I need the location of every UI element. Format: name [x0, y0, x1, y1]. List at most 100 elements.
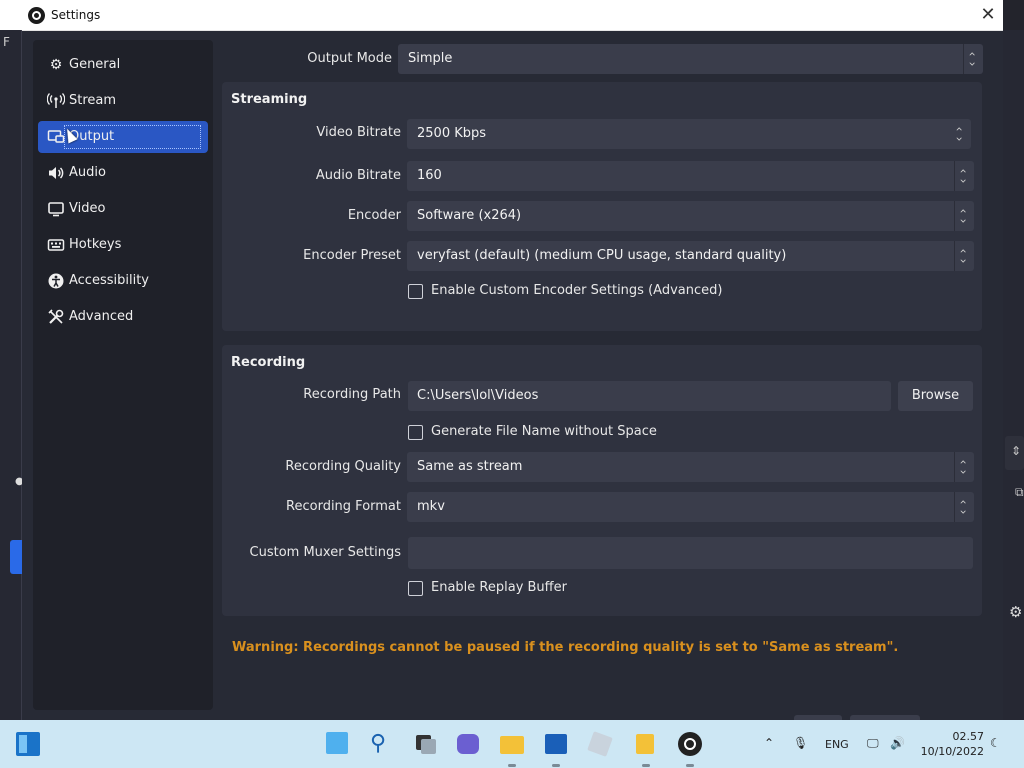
- background-gear-icon: ⚙: [1009, 603, 1023, 621]
- checkbox-icon[interactable]: [408, 284, 423, 299]
- output-mode-select[interactable]: Simple: [398, 44, 983, 74]
- video-bitrate-value: 2500 Kbps: [417, 126, 487, 141]
- custom-encoder-label: Enable Custom Encoder Settings (Advanced…: [431, 283, 723, 298]
- sidebar-item-hotkeys[interactable]: Hotkeys: [38, 229, 208, 261]
- background-blue-tab: [10, 540, 22, 574]
- settings-window: Settings ✕ ⚙ General Stream Output Audio: [22, 0, 1003, 720]
- language-indicator[interactable]: ENG: [825, 738, 849, 751]
- background-app-right-panel: ⧉ ⚙: [1003, 30, 1024, 720]
- encoder-preset-label: Encoder Preset: [303, 248, 401, 263]
- start-icon[interactable]: [16, 732, 40, 756]
- audio-bitrate-value: 160: [417, 168, 442, 183]
- volume-icon[interactable]: 🔊: [890, 736, 905, 750]
- accessibility-icon: [47, 272, 65, 290]
- file-name-no-space-label: Generate File Name without Space: [431, 424, 657, 439]
- chevron-updown-icon: [963, 44, 983, 74]
- recording-quality-value: Same as stream: [417, 459, 523, 474]
- clock-date: 10/10/2022: [920, 745, 984, 758]
- chat-icon[interactable]: [456, 732, 480, 756]
- obs-logo-icon: [28, 7, 45, 24]
- background-monitor-icon: ⧉: [1015, 485, 1024, 499]
- streaming-title: Streaming: [231, 92, 308, 107]
- custom-muxer-label: Custom Muxer Settings: [249, 545, 401, 560]
- file-explorer-icon[interactable]: [500, 732, 524, 756]
- encoder-select[interactable]: Software (x264): [407, 201, 974, 231]
- store-icon[interactable]: [544, 732, 568, 756]
- background-menu-letter: F: [3, 35, 10, 49]
- close-icon[interactable]: ✕: [976, 4, 1000, 28]
- recording-format-value: mkv: [417, 499, 445, 514]
- audio-bitrate-select[interactable]: 160: [407, 161, 974, 191]
- obs-icon[interactable]: [678, 732, 702, 756]
- replay-buffer-checkbox[interactable]: Enable Replay Buffer: [408, 580, 708, 598]
- video-bitrate-spinbox[interactable]: 2500 Kbps: [407, 119, 971, 149]
- file-name-no-space-checkbox[interactable]: Generate File Name without Space: [408, 424, 808, 442]
- spin-arrows-icon[interactable]: [951, 119, 971, 149]
- monitor-icon: [47, 200, 65, 218]
- clock[interactable]: 02.57 10/10/2022: [918, 729, 984, 759]
- sidebar-item-label: Video: [69, 201, 106, 216]
- output-mode-label: Output Mode: [307, 51, 392, 66]
- sidebar-item-output[interactable]: Output: [38, 121, 208, 153]
- recording-path-input[interactable]: C:\Users\lol\Videos: [408, 381, 891, 411]
- audio-bitrate-label: Audio Bitrate: [315, 168, 401, 183]
- task-view-icon[interactable]: [414, 732, 438, 756]
- recording-path-value: C:\Users\lol\Videos: [417, 388, 539, 403]
- notifications-icon[interactable]: ☾: [990, 736, 1001, 750]
- title-bar: Settings ✕: [22, 0, 1003, 31]
- running-indicator: [508, 764, 516, 767]
- sidebar-item-stream[interactable]: Stream: [38, 85, 208, 117]
- recording-path-label: Recording Path: [303, 387, 401, 402]
- recording-quality-select[interactable]: Same as stream: [407, 452, 974, 482]
- running-indicator: [642, 764, 650, 767]
- output-mode-value: Simple: [408, 51, 453, 66]
- custom-encoder-checkbox[interactable]: Enable Custom Encoder Settings (Advanced…: [408, 283, 808, 301]
- sidebar-item-general[interactable]: ⚙ General: [38, 49, 208, 81]
- background-spin-button: [1005, 436, 1024, 470]
- sidebar-item-label: Stream: [69, 93, 117, 108]
- chevron-updown-icon: [954, 201, 974, 231]
- tools-icon: [47, 308, 65, 326]
- encoder-preset-select[interactable]: veryfast (default) (medium CPU usage, st…: [407, 241, 974, 271]
- window-title: Settings: [51, 8, 101, 22]
- encoder-value: Software (x264): [417, 208, 522, 223]
- encoder-label: Encoder: [347, 208, 401, 223]
- recording-format-select[interactable]: mkv: [407, 492, 974, 522]
- recording-quality-label: Recording Quality: [285, 459, 401, 474]
- sidebar-item-label: Audio: [69, 165, 106, 180]
- checkbox-icon[interactable]: [408, 581, 423, 596]
- sidebar-item-label: Accessibility: [69, 273, 149, 288]
- gear-icon: ⚙: [49, 57, 63, 73]
- video-bitrate-label: Video Bitrate: [316, 125, 401, 140]
- keyboard-icon: [47, 236, 65, 254]
- widgets-icon[interactable]: [326, 732, 350, 756]
- chevron-updown-icon: [954, 161, 974, 191]
- sidebar-item-label: Hotkeys: [69, 237, 122, 252]
- settings-sidebar: ⚙ General Stream Output Audio Video Hotk…: [33, 40, 213, 710]
- recording-title: Recording: [231, 355, 306, 370]
- speaker-icon: [47, 164, 65, 182]
- sidebar-item-accessibility[interactable]: Accessibility: [38, 265, 208, 297]
- background-app-titlebar: [0, 0, 22, 30]
- sidebar-item-label: Advanced: [69, 309, 134, 324]
- sidebar-item-video[interactable]: Video: [38, 193, 208, 225]
- microphone-icon[interactable]: 🎙: [793, 736, 808, 750]
- encoder-preset-value: veryfast (default) (medium CPU usage, st…: [417, 248, 787, 263]
- network-icon[interactable]: 🖵: [867, 736, 879, 751]
- sidebar-item-label: General: [69, 57, 121, 72]
- sidebar-item-audio[interactable]: Audio: [38, 157, 208, 189]
- custom-muxer-input[interactable]: [408, 537, 973, 569]
- search-icon[interactable]: ⚲: [370, 732, 394, 756]
- sidebar-item-advanced[interactable]: Advanced: [38, 301, 208, 333]
- browse-button[interactable]: Browse: [898, 381, 973, 411]
- background-app-left-panel: F ●: [0, 30, 24, 720]
- app-icon[interactable]: [588, 732, 612, 756]
- warning-message: Warning: Recordings cannot be paused if …: [232, 640, 899, 655]
- running-indicator: [686, 764, 694, 767]
- notes-app-icon[interactable]: [634, 732, 658, 756]
- chevron-up-icon[interactable]: ⌃: [764, 736, 774, 750]
- checkbox-icon[interactable]: [408, 425, 423, 440]
- chevron-updown-icon: [954, 241, 974, 271]
- recording-format-label: Recording Format: [286, 499, 401, 514]
- chevron-updown-icon: [954, 452, 974, 482]
